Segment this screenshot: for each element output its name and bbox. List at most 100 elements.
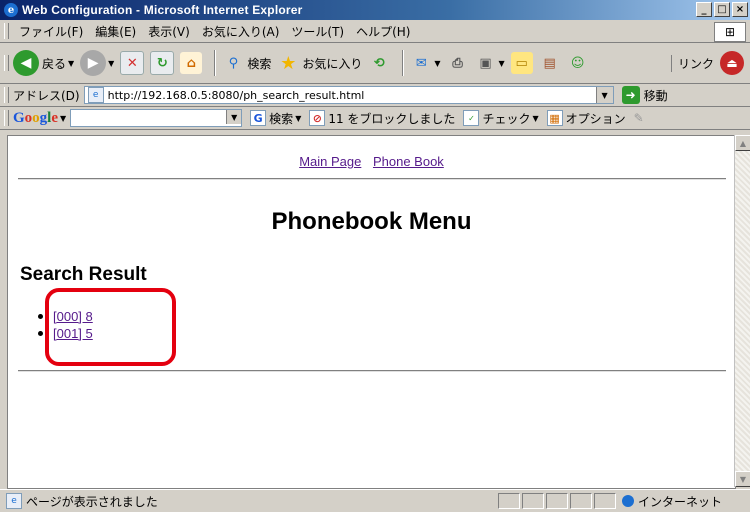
star-icon: ★ [280,52,297,74]
maximize-button[interactable]: □ [714,2,730,17]
google-g-icon: G [250,110,267,126]
go-button[interactable]: ➜ 移動 [621,86,668,104]
scroll-up-button[interactable]: ▲ [735,135,750,151]
options-button[interactable]: ▦ オプション [546,110,626,127]
menu-tools[interactable]: ツール(T) [285,23,350,40]
window-controls: _ □ × [696,2,748,17]
toolbar-grip[interactable] [4,110,9,126]
options-icon: ▦ [546,110,563,126]
page-icon: e [87,87,104,103]
security-zone: インターネット [616,493,722,510]
refresh-icon: ↻ [150,51,175,75]
home-icon: ⌂ [180,52,203,74]
chevron-down-icon[interactable]: ▼ [295,114,301,123]
home-button[interactable]: ⌂ [180,52,203,74]
main-page-link[interactable]: Main Page [299,154,361,169]
phone-book-link[interactable]: Phone Book [373,154,444,169]
print-button[interactable]: ⎙ [447,52,469,74]
research-icon: ▤ [543,55,556,71]
pdf-icon[interactable]: ⏏ [720,51,744,75]
address-label: アドレス(D) [13,88,80,103]
title-bar: e Web Configuration - Microsoft Internet… [0,0,750,20]
chevron-down-icon[interactable]: ▼ [226,110,242,124]
bottom-divider [18,370,726,372]
toolbar-grip[interactable] [4,55,9,71]
menu-favorites[interactable]: お気に入り(A) [196,23,286,40]
chevron-down-icon[interactable]: ▼ [595,87,613,103]
address-input[interactable]: e http://192.168.0.5:8080/ph_search_resu… [83,86,614,104]
pencil-icon: ✎ [633,111,644,125]
zone-label: インターネット [638,494,723,509]
stop-icon: ✕ [120,51,145,75]
menu-bar: ファイル(F) 編集(E) 表示(V) お気に入り(A) ツール(T) ヘルプ(… [0,20,750,43]
status-cell [594,493,616,509]
toolbar-grip[interactable] [4,87,9,103]
go-arrow-icon: ➜ [621,86,640,104]
spell-check-button[interactable]: ✓ チェック ▼ [463,110,539,127]
links-label[interactable]: リンク [670,54,720,72]
close-button[interactable]: × [732,2,748,17]
standard-toolbar: ◀ 戻る ▼ ▶ ▼ ✕ ↻ ⌂ ⚲ 検索 ★ お気に入り ⟲ ✉ ▼ ⎙ ▣ … [0,43,750,84]
menu-view[interactable]: 表示(V) [142,23,196,40]
top-divider [18,178,726,180]
favorites-label: お気に入り [302,56,363,71]
status-text: ページが表示されました [26,494,158,509]
spell-check-icon: ✓ [463,110,480,126]
popup-blocked-label: 11 をブロックしました [328,111,456,126]
menu-edit[interactable]: 編集(E) [89,23,142,40]
status-cell [546,493,568,509]
minimize-button[interactable]: _ [696,2,712,17]
spell-check-label: チェック [482,111,531,126]
google-logo[interactable]: Google [13,110,58,127]
options-label: オプション [565,111,626,126]
stop-button[interactable]: ✕ [120,51,145,75]
menu-file[interactable]: ファイル(F) [13,23,89,40]
mail-button[interactable]: ✉ ▼ [410,52,441,74]
status-cell [522,493,544,509]
chevron-down-icon[interactable]: ▼ [434,59,440,68]
scroll-down-button[interactable]: ▼ [735,471,750,487]
chevron-down-icon[interactable]: ▼ [499,59,505,68]
discuss-button[interactable]: ▭ [510,52,533,74]
toolbar-divider [402,50,405,76]
window-title: Web Configuration - Microsoft Internet E… [22,3,303,17]
messenger-icon: ☺ [570,55,585,71]
refresh-button[interactable]: ↻ [150,51,175,75]
menu-help[interactable]: ヘルプ(H) [350,23,416,40]
page-title: Phonebook Menu [271,208,472,235]
chevron-down-icon[interactable]: ▼ [108,59,114,68]
page-nav: Main Page Phone Book [8,154,735,169]
google-search-input[interactable]: ▼ [70,109,243,127]
ie-logo-icon: e [4,3,18,17]
address-url[interactable]: http://192.168.0.5:8080/ph_search_result… [108,89,365,102]
forward-button[interactable]: ▶ ▼ [80,50,114,76]
popup-blocker-button[interactable]: ⊘ 11 をブロックしました [309,110,455,127]
back-button[interactable]: ◀ 戻る ▼ [13,50,74,76]
status-cell [570,493,592,509]
chevron-down-icon[interactable]: ▼ [60,114,66,123]
messenger-button[interactable]: ☺ [567,52,589,74]
page-icon: e [6,493,22,509]
research-button[interactable]: ▤ [539,52,561,74]
edit-button[interactable]: ▣ ▼ [475,52,505,74]
pencil-button[interactable]: ✎ [634,111,644,125]
forward-arrow-icon: ▶ [80,50,107,76]
search-label: 検索 [247,56,272,71]
address-bar: アドレス(D) e http://192.168.0.5:8080/ph_sea… [0,84,750,107]
folder-icon: ▭ [510,52,533,74]
bullet [38,314,43,319]
edit-icon: ▣ [479,55,492,71]
chevron-down-icon[interactable]: ▼ [68,59,74,68]
history-button[interactable]: ⟲ [368,52,390,74]
mail-icon: ✉ [415,55,427,71]
search-icon: ⚲ [228,55,239,71]
toolbar-grip[interactable] [4,23,9,39]
google-search-button[interactable]: G 検索 ▼ [250,110,301,127]
status-bar: e ページが表示されました インターネット [0,489,750,512]
favorites-button[interactable]: ★ お気に入り [277,52,362,74]
chevron-down-icon[interactable]: ▼ [532,114,538,123]
search-button[interactable]: ⚲ 検索 [222,52,272,74]
vertical-scrollbar[interactable]: ▲ ▼ [734,135,750,487]
popup-blocker-icon: ⊘ [309,110,326,126]
google-search-label: 検索 [269,111,294,126]
